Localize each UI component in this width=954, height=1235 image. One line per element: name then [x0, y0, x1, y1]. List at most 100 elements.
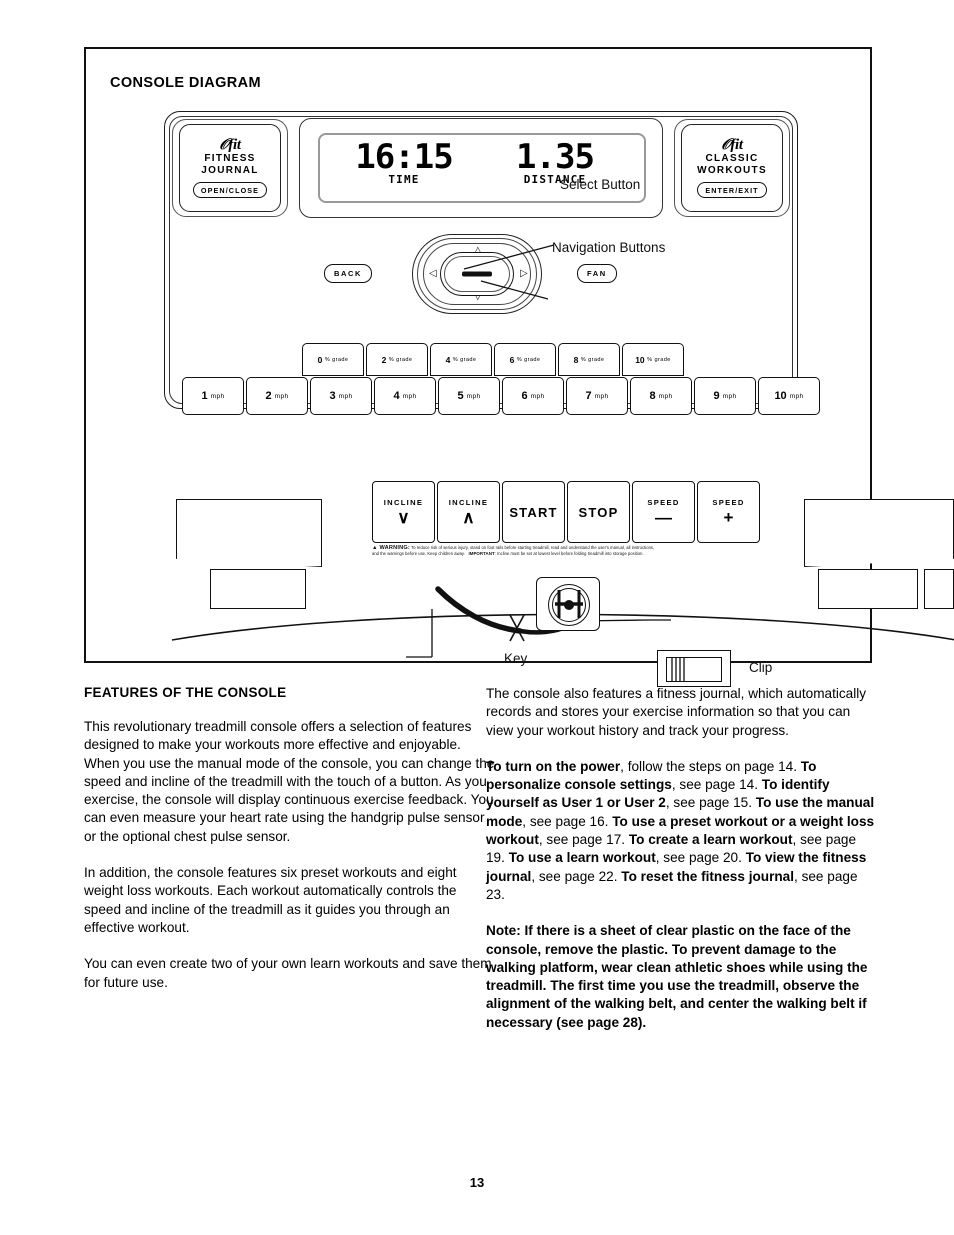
grade-button[interactable]: 10% grade [622, 343, 684, 376]
enter-exit-button[interactable]: ENTER/EXIT [697, 182, 767, 198]
back-button[interactable]: BACK [324, 264, 373, 283]
warning-important: IMPORTANT [468, 551, 495, 556]
left-text-column: FEATURES OF THE CONSOLE This revolutiona… [84, 685, 496, 1010]
speed-unit: mph [402, 392, 417, 400]
grade-button[interactable]: 2% grade [366, 343, 428, 376]
warning-line2b: : Incline must be set at lowest level be… [494, 551, 644, 556]
minus-icon: — [655, 508, 672, 527]
speed-unit: mph [594, 392, 609, 400]
key-housing [536, 577, 600, 631]
grade-number: 10 [635, 354, 645, 365]
grade-button[interactable]: 4% grade [430, 343, 492, 376]
clip-box [657, 650, 731, 687]
grade-unit: % grade [452, 356, 477, 363]
speed-button[interactable]: 4 mph [374, 377, 436, 415]
chevron-up-icon: ∧ [462, 508, 475, 527]
grade-unit: % grade [647, 356, 671, 363]
incline-down-button[interactable]: INCLINE ∨ [372, 481, 435, 543]
start-label: START [509, 504, 558, 520]
handrail-right-lower [818, 569, 918, 609]
incline-up-button[interactable]: INCLINE ∧ [437, 481, 500, 543]
speed-minus-button[interactable]: SPEED — [632, 481, 695, 543]
key-glyph-icon [555, 590, 583, 618]
ifit-logo-icon: 𝒪fit [219, 137, 241, 153]
nav-right-arrow-icon[interactable]: ▷ [520, 269, 528, 279]
handrail-right [804, 499, 954, 567]
ifit-classic-workouts-panel[interactable]: 𝒪fit CLASSIC WORKOUTS ENTER/EXIT [681, 124, 783, 212]
speed-button[interactable]: 6 mph [502, 377, 564, 415]
callout-select-button: Select Button [560, 177, 641, 192]
paragraph-fitness-journal: The console also features a fitness jour… [486, 686, 867, 738]
speed-button[interactable]: 8 mph [630, 377, 692, 415]
incline-down-label: INCLINE [383, 498, 424, 507]
fan-button[interactable]: FAN [577, 264, 617, 283]
speed-unit: mph [658, 392, 673, 400]
lcd-frame: 16:15 TIME 1.35 DISTANCE [299, 118, 663, 218]
diagram-title: CONSOLE DIAGRAM [110, 75, 261, 91]
grade-unit: % grade [580, 356, 605, 363]
right-text-column: The console also features a fitness jour… [486, 685, 876, 1050]
speed-number: 6 [521, 390, 528, 402]
handrail-right-lower-2 [924, 569, 954, 609]
speed-button[interactable]: 7 mph [566, 377, 628, 415]
speed-number: 1 [201, 390, 208, 402]
speed-number: 10 [774, 390, 787, 402]
section-heading: FEATURES OF THE CONSOLE [84, 685, 287, 700]
ifit-left-line2: JOURNAL [201, 165, 259, 176]
grade-unit: % grade [388, 356, 413, 363]
grade-number: 0 [317, 354, 323, 365]
speed-number: 5 [457, 390, 464, 402]
speed-unit: mph [210, 392, 225, 400]
navigation-cluster[interactable]: △ ▽ ◁ ▷ [412, 234, 542, 314]
open-close-button[interactable]: OPEN/CLOSE [192, 182, 268, 198]
ifit-fitness-journal-panel[interactable]: 𝒪fit FITNESS JOURNAL OPEN/CLOSE [179, 124, 281, 212]
lcd-time-field: 16:15 TIME [334, 139, 474, 186]
grade-number: 8 [573, 354, 579, 365]
speed-button[interactable]: 10 mph [758, 377, 820, 415]
console-top-strip: 𝒪fit FITNESS JOURNAL OPEN/CLOSE 16:15 TI… [172, 118, 790, 218]
grade-button[interactable]: 6% grade [494, 343, 556, 376]
label-key: Key [504, 651, 528, 666]
lcd-distance-value: 1.35 [516, 137, 595, 177]
stop-label: STOP [578, 504, 619, 520]
label-clip: Clip [749, 660, 773, 675]
warning-line1: To reduce risk of serious injury, stand … [411, 545, 655, 550]
speed-number: 8 [649, 390, 656, 402]
speed-number: 2 [265, 390, 272, 402]
grade-unit: % grade [324, 356, 349, 363]
grade-button[interactable]: 0% grade [302, 343, 364, 376]
select-dash-icon [462, 271, 492, 277]
select-button[interactable] [440, 252, 514, 296]
handrail-left-lower [210, 569, 306, 609]
speed-unit: mph [274, 392, 289, 400]
speed-button[interactable]: 1 mph [182, 377, 244, 415]
grade-number: 4 [445, 354, 451, 365]
speed-button[interactable]: 9 mph [694, 377, 756, 415]
ifit-right-line1: CLASSIC [705, 153, 759, 164]
console-diagram-figure: CONSOLE DIAGRAM 𝒪fit FITNESS JOURNAL OPE… [84, 47, 954, 687]
speed-unit: mph [466, 392, 481, 400]
incline-up-label: INCLINE [448, 498, 489, 507]
warning-strip: ▲ WARNING: To reduce risk of serious inj… [372, 545, 772, 557]
paragraph-presets: In addition, the console features six pr… [84, 865, 457, 935]
speed-button[interactable]: 2 mph [246, 377, 308, 415]
start-button[interactable]: START [502, 481, 565, 543]
speed-number: 7 [585, 390, 592, 402]
paragraph-page-references: To turn on the power, follow the steps o… [486, 758, 875, 902]
paragraph-note: Note: If there is a sheet of clear plast… [486, 923, 868, 1030]
speed-button[interactable]: 3 mph [310, 377, 372, 415]
handrail-left [176, 499, 322, 567]
console-plate: 𝒪fit FITNESS JOURNAL OPEN/CLOSE 16:15 TI… [164, 111, 820, 415]
speed-button[interactable]: 5 mph [438, 377, 500, 415]
speed-plus-button[interactable]: SPEED + [697, 481, 760, 543]
grade-number: 6 [509, 354, 515, 365]
grade-button-row: 0% grade 2% grade 4% grade 6% grade 8% g… [302, 343, 684, 376]
lcd-time-value: 16:15 [355, 137, 453, 177]
stop-button[interactable]: STOP [567, 481, 630, 543]
grade-number: 2 [381, 354, 387, 365]
speed-plus-label: SPEED [712, 498, 745, 507]
nav-left-arrow-icon[interactable]: ◁ [429, 269, 437, 279]
grade-button[interactable]: 8% grade [558, 343, 620, 376]
speed-button-row: 1 mph 2 mph 3 mph 4 mph 5 mph 6 mph 7 mph 8 mph … [182, 377, 820, 415]
warning-line2a: and the warnings before use. Keep childr… [372, 551, 465, 556]
